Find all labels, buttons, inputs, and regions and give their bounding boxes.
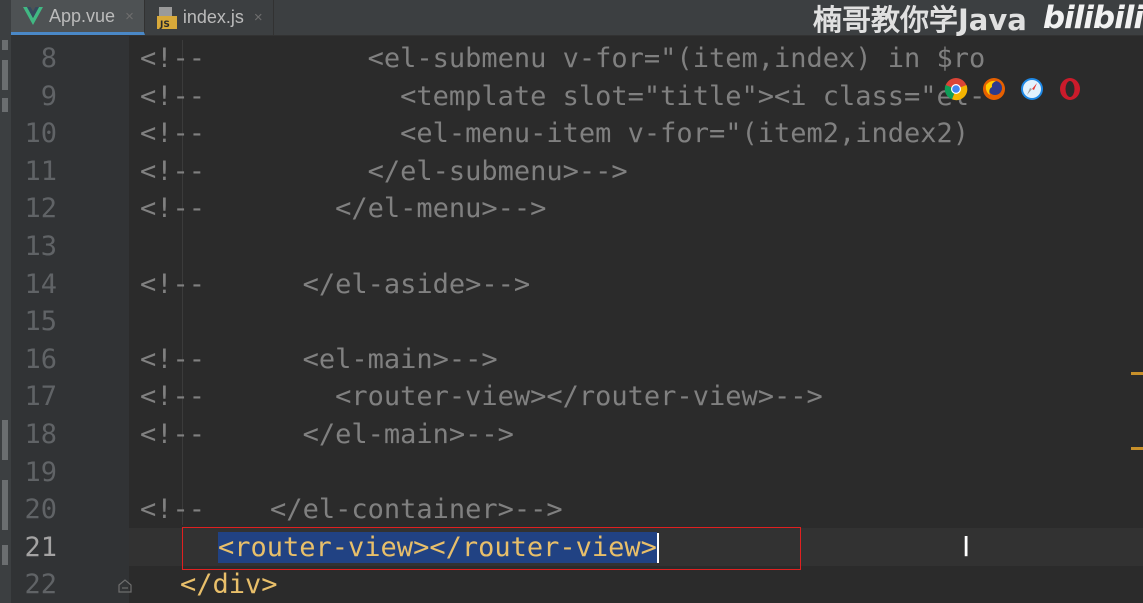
line-number[interactable]: 11 <box>11 153 57 191</box>
line-number[interactable]: 13 <box>11 228 57 266</box>
code-text: </el-aside>--> <box>205 268 531 300</box>
code-text: </el-submenu>--> <box>205 155 628 187</box>
firefox-icon[interactable] <box>982 77 1006 101</box>
line-number[interactable]: 19 <box>11 454 57 492</box>
tab-label: index.js <box>182 7 244 27</box>
watermark: 楠哥教你学Java bilibili <box>813 0 1143 37</box>
comment-marker: <!-- <box>140 118 206 150</box>
line-number[interactable]: 14 <box>11 266 57 304</box>
code-line[interactable]: <!-- </el-menu>--> <box>140 190 546 228</box>
mouse-ibeam-cursor: I <box>962 530 971 563</box>
vue-icon <box>23 7 43 25</box>
code-line[interactable]: <!-- </el-aside>--> <box>140 266 530 304</box>
line-number[interactable]: 12 <box>11 190 57 228</box>
code-line[interactable]: <!-- <el-main>--> <box>140 341 498 379</box>
comment-marker: <!-- <box>140 343 206 375</box>
annotation-highlight-box <box>182 527 801 570</box>
line-number[interactable]: 16 <box>11 341 57 379</box>
code-text: <el-submenu v-for="(item,index) in $ro <box>205 43 986 74</box>
code-line[interactable]: <!-- <el-menu-item v-for="(item2,index2) <box>140 115 969 153</box>
code-line[interactable]: <!-- </el-container>--> <box>140 491 563 529</box>
chrome-icon[interactable] <box>944 77 968 101</box>
editor-tab-bar: App.vue × JS index.js × 楠哥教你学Java bilibi… <box>11 0 1143 37</box>
comment-marker: <!-- <box>140 155 206 187</box>
code-text: </el-container>--> <box>205 494 563 526</box>
line-number[interactable]: 10 <box>11 115 57 153</box>
line-number[interactable]: 15 <box>11 303 57 341</box>
watermark-title: 楠哥教你学Java <box>813 2 1027 37</box>
comment-marker: <!-- <box>140 494 206 526</box>
tab-app-vue[interactable]: App.vue × <box>11 0 145 35</box>
line-number[interactable]: 18 <box>11 416 57 454</box>
comment-marker: <!-- <box>140 80 206 112</box>
comment-marker: <!-- <box>140 43 206 74</box>
code-text: </el-main>--> <box>205 419 514 450</box>
code-text: <router-view></router-view>--> <box>205 381 823 413</box>
line-number[interactable]: 9 <box>11 78 57 116</box>
js-file-icon: JS <box>156 6 177 29</box>
close-icon[interactable]: × <box>125 8 134 25</box>
code-text: <el-main>--> <box>205 343 498 375</box>
comment-marker: <!-- <box>140 419 206 450</box>
svg-text:JS: JS <box>159 20 170 29</box>
code-text: <el-menu-item v-for="(item2,index2) <box>205 118 970 150</box>
line-number[interactable]: 21 <box>11 529 57 567</box>
fold-icon[interactable] <box>118 578 132 593</box>
code-line[interactable]: </div> <box>180 566 278 603</box>
comment-marker: <!-- <box>140 193 206 225</box>
tab-index-js[interactable]: JS index.js × <box>145 0 274 35</box>
code-line[interactable]: <!-- <el-submenu v-for="(item,index) in … <box>140 40 985 78</box>
line-number[interactable]: 17 <box>11 378 57 416</box>
code-line[interactable]: <!-- </el-submenu>--> <box>140 153 628 191</box>
browser-preview-icons <box>940 76 1094 102</box>
line-number[interactable]: 22 <box>11 566 57 603</box>
code-text: </el-menu>--> <box>205 193 547 225</box>
code-line[interactable]: <!-- </el-main>--> <box>140 416 514 454</box>
comment-marker: <!-- <box>140 381 206 413</box>
line-number[interactable]: 8 <box>11 40 57 78</box>
safari-icon[interactable] <box>1020 77 1044 101</box>
bilibili-logo: bilibili <box>1042 0 1143 36</box>
code-text: <template slot="title"><i class="el- <box>205 80 986 112</box>
comment-marker: <!-- <box>140 268 206 300</box>
code-line[interactable]: <!-- <router-view></router-view>--> <box>140 378 823 416</box>
close-icon[interactable]: × <box>254 9 263 26</box>
line-number[interactable]: 20 <box>11 491 57 529</box>
ide-window: App.vue × JS index.js × 楠哥教你学Java bilibi… <box>0 0 1143 603</box>
code-line[interactable]: <!-- <template slot="title"><i class="el… <box>140 78 985 116</box>
opera-icon[interactable] <box>1058 77 1082 101</box>
code-text: </div> <box>180 569 278 601</box>
tab-label: App.vue <box>49 5 116 26</box>
